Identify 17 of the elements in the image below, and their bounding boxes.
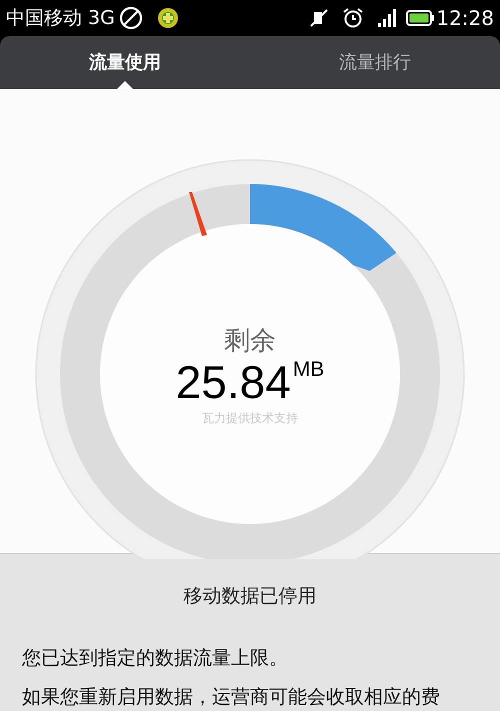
blocked-icon (118, 6, 143, 30)
muted-vibrate-icon (308, 8, 330, 28)
dialog-message: 您已达到指定的数据流量上限。 (21, 646, 289, 671)
unit-label: MB (292, 356, 324, 383)
battery-icon (406, 10, 434, 26)
alarm-icon (342, 6, 364, 29)
remaining-value: 25.84 (176, 356, 291, 407)
tab[interactable]: 流量使用 (77, 36, 173, 89)
tab[interactable]: 流量排行 (327, 36, 423, 89)
needle-icon (189, 192, 207, 236)
signal-icon (378, 8, 398, 27)
remaining-label: 剩余 (224, 324, 276, 357)
shield-app-icon (156, 6, 179, 29)
dialog-title: 移动数据已停用 (182, 584, 318, 608)
carrier-label: 中国移动 3G (6, 6, 115, 30)
clock-time: 12:28 (436, 4, 494, 32)
dialog-message: 如果您重新启用数据，运营商可能会收取相应的费 (21, 684, 441, 710)
